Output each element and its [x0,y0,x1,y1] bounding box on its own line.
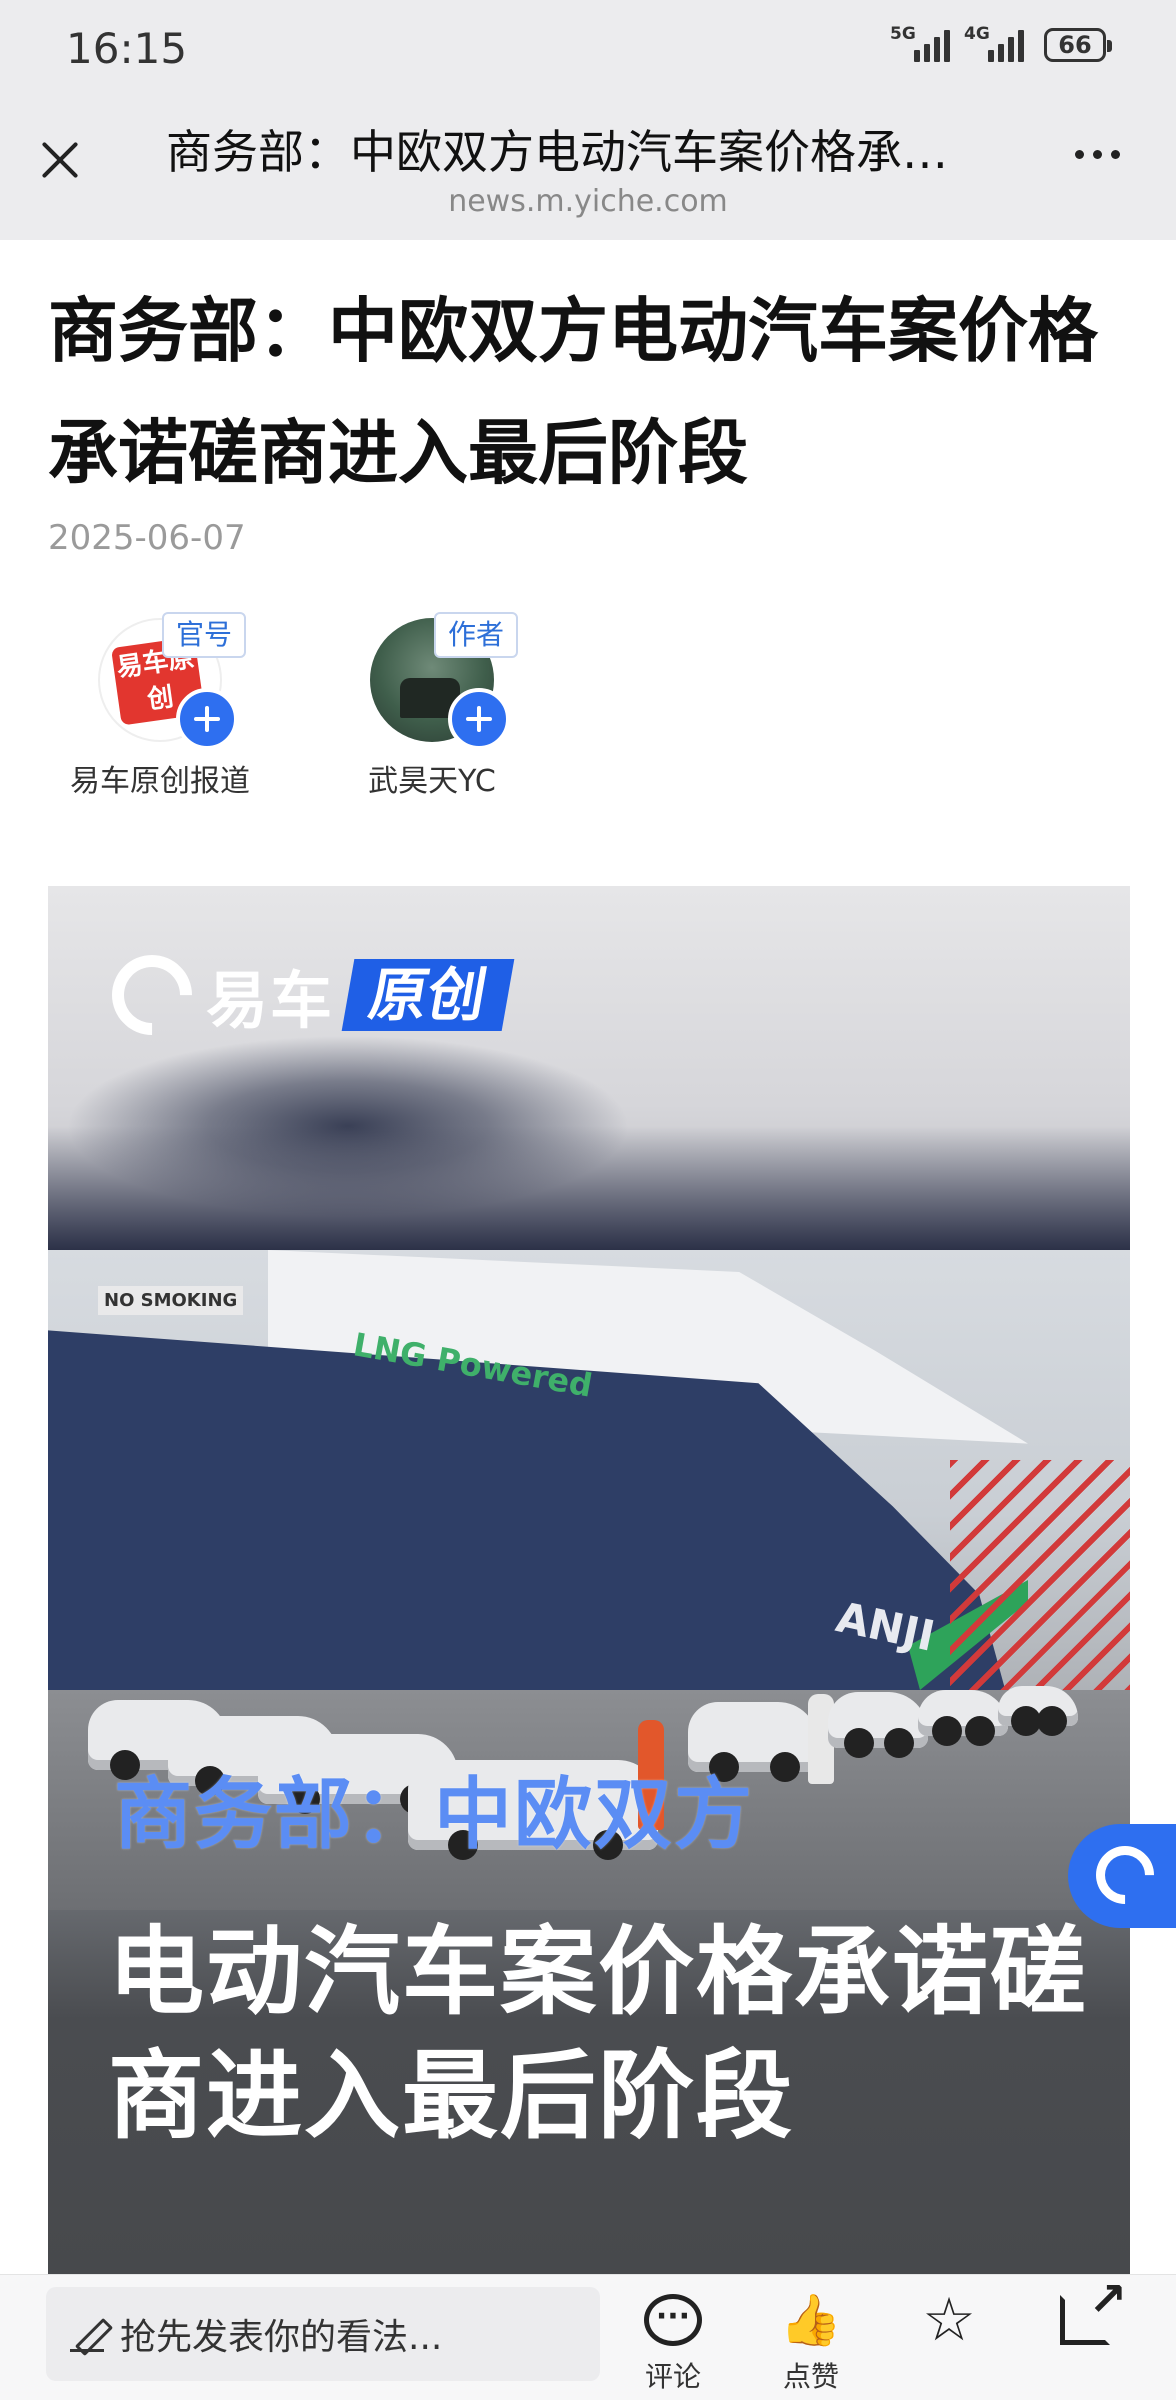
comment-placeholder: 抢先发表你的看法... [120,2317,443,2358]
page-title: 商务部：中欧双方电动汽车案价格承诺磋商进入最后阶段 [166,125,986,179]
follow-plus-icon[interactable] [448,688,510,750]
cover-header: 易车 原创 [48,886,1130,1250]
yiche-logo-icon [1083,1833,1167,1917]
more-icon[interactable] [1075,150,1120,159]
favorite-button[interactable]: ☆ [904,2285,994,2355]
thumbs-up-icon: 👍 [779,2290,843,2349]
caption-line-1: 商务部：中欧双方 [114,1770,755,1860]
like-button[interactable]: 👍 点赞 [766,2289,856,2395]
follow-plus-icon[interactable] [176,688,238,750]
author-writer[interactable]: 作者 武昊天YC [320,612,592,802]
author-official[interactable]: 易车原创 官号 易车原创报道 [48,612,320,802]
pencil-icon [68,2314,108,2354]
author-name[interactable]: 武昊天YC [320,756,544,800]
status-bar: 16:15 5G 4G 66 [0,0,1176,90]
share-icon [1060,2272,1127,2345]
status-time: 16:15 [66,24,188,73]
comment-button[interactable]: 评论 [628,2289,718,2395]
official-badge: 官号 [162,612,247,658]
caption-line-2: 电动汽车案价格承诺磋商进入最后阶段 [108,1916,1088,2152]
author-list: 易车原创 官号 易车原创报道 作者 武昊天YC [48,612,592,802]
cover-caption: 商务部：中欧双方 电动汽车案价格承诺磋商进入最后阶段 [48,1770,1130,2274]
car [998,1686,1078,1736]
article-date: 2025-06-07 [48,518,246,558]
star-icon: ☆ [922,2285,976,2355]
browser-nav-bar: 商务部：中欧双方电动汽车案价格承诺磋商进入最后阶段 news.m.yiche.c… [0,90,1176,240]
bottom-action-bar: 抢先发表你的看法... 评论 👍 点赞 ☆ [0,2272,1176,2400]
share-button[interactable] [1040,2272,1130,2351]
no-smoking-sign: NO SMOKING [98,1286,244,1315]
yiche-logo-icon [95,938,209,1052]
article-title: 商务部：中欧双方电动汽车案价格承诺磋商进入最后阶段 [48,290,1098,494]
author-name[interactable]: 易车原创报道 [48,756,272,800]
page-url: news.m.yiche.com [448,184,728,219]
yiche-brand: 易车 原创 [95,938,515,1052]
car [828,1692,928,1758]
floating-yiche-button[interactable] [1068,1824,1176,1928]
comment-input[interactable]: 抢先发表你的看法... [46,2287,600,2381]
car [918,1690,1008,1746]
signal-4g-icon: 4G [964,24,1024,62]
original-tag: 原创 [341,959,515,1031]
status-icons: 5G 4G 66 [890,24,1112,62]
author-badge: 作者 [434,612,519,658]
signal-5g-icon: 5G [890,24,950,62]
close-icon[interactable] [28,128,92,192]
article-cover-image[interactable]: 易车 原创 NO SMOKING LNG Powered ANJI 商务部：中欧… [48,886,1130,2274]
battery-icon: 66 [1044,28,1112,62]
like-label: 点赞 [782,2360,839,2393]
comment-label: 评论 [644,2360,701,2393]
comment-icon [644,2294,702,2346]
